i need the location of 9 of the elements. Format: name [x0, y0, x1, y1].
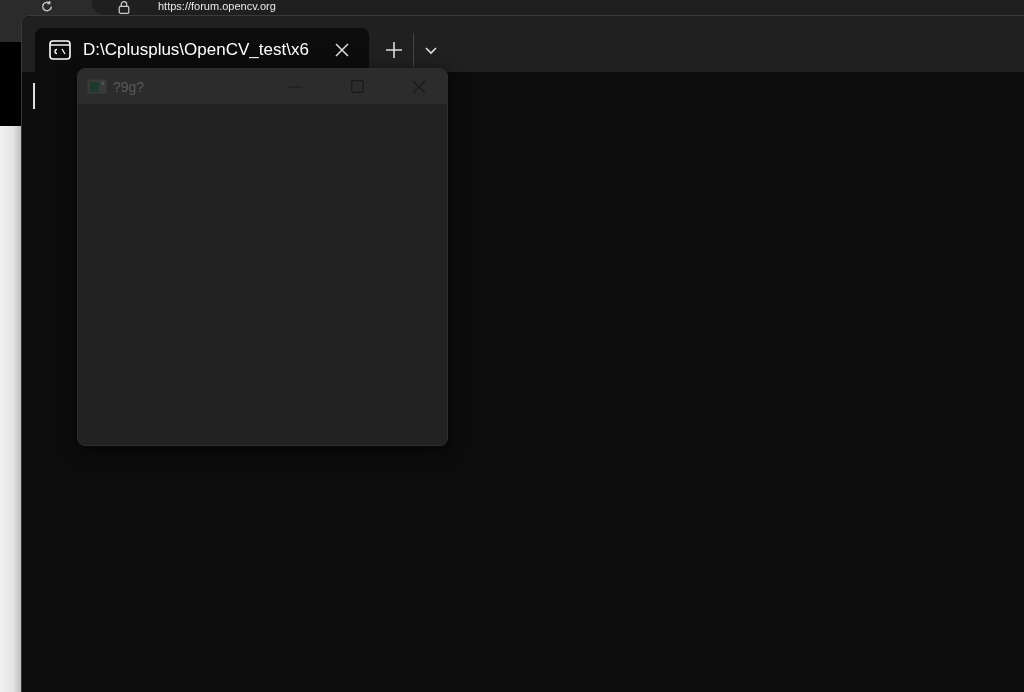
- app-icon: [87, 79, 107, 94]
- console-icon: [49, 40, 71, 60]
- refresh-icon[interactable]: [40, 0, 54, 14]
- lock-icon: [118, 1, 130, 14]
- text-cursor: [33, 83, 35, 109]
- terminal-tab[interactable]: D:\Cplusplus\OpenCV_test\x6: [35, 28, 369, 72]
- url-text[interactable]: https://forum.opencv.org: [158, 0, 276, 13]
- address-bar[interactable]: [92, 0, 1024, 15]
- chevron-down-icon: [424, 45, 438, 55]
